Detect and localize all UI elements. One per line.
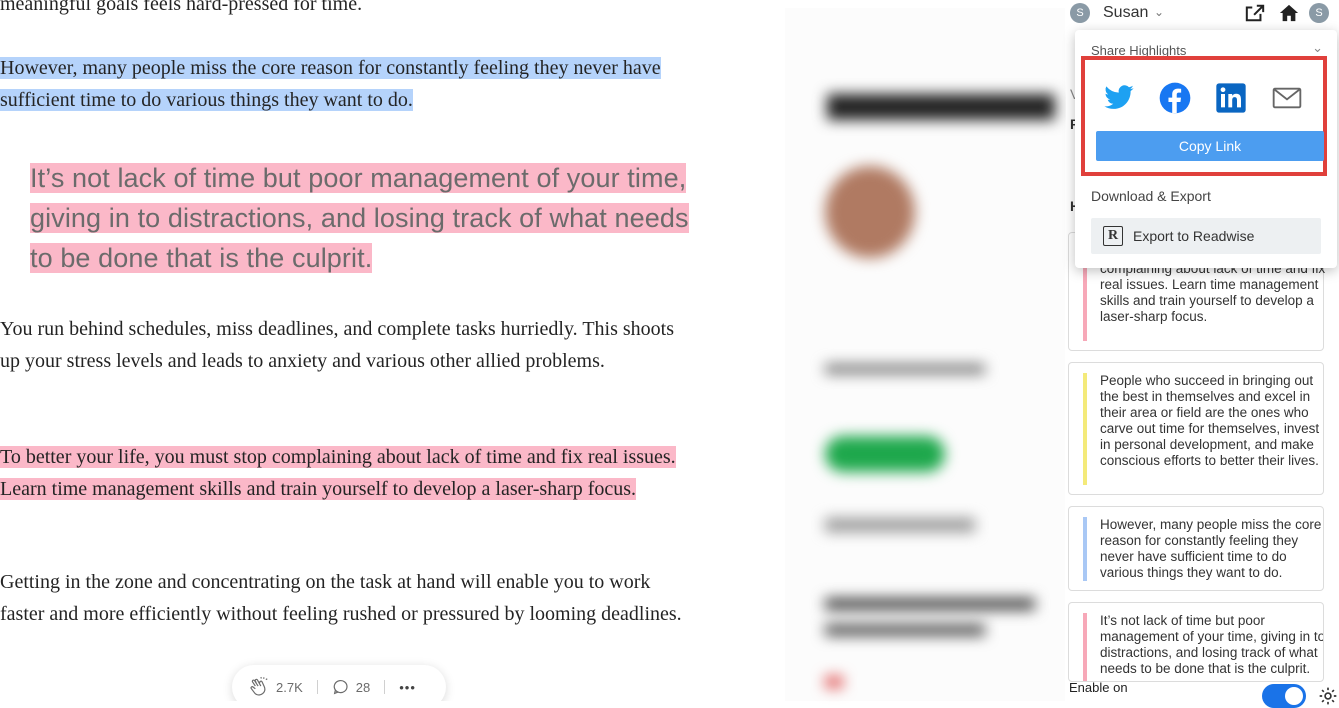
- divider: [384, 680, 386, 694]
- extension-header: S Susan ⌄ S: [1066, 0, 1339, 28]
- article-body: meaningful goals feels hard-pressed for …: [0, 0, 780, 701]
- blurred-text: [825, 598, 1035, 610]
- linkedin-icon[interactable]: [1215, 82, 1247, 114]
- more-options-button[interactable]: •••: [399, 680, 416, 695]
- enable-label: Enable on: [1069, 680, 1128, 695]
- clap-icon: [250, 676, 268, 696]
- facebook-icon[interactable]: [1159, 82, 1191, 114]
- divider: [316, 680, 318, 694]
- highlight-color-bar: [1083, 517, 1087, 581]
- highlight-color-bar: [1083, 373, 1087, 485]
- blurred-text: [825, 364, 985, 374]
- readwise-label: Export to Readwise: [1133, 228, 1255, 244]
- highlight-text: It’s not lack of time but poor managemen…: [1100, 613, 1324, 676]
- copy-link-button[interactable]: Copy Link: [1096, 131, 1324, 161]
- highlight-card[interactable]: It’s not lack of time but poor managemen…: [1068, 602, 1324, 682]
- clap-count: 2.7K: [276, 679, 303, 695]
- user-avatar[interactable]: S: [1309, 3, 1329, 23]
- clap-button[interactable]: 2.7K: [248, 676, 303, 698]
- more-icon: •••: [399, 679, 416, 695]
- comments-button[interactable]: 28: [332, 678, 370, 696]
- paragraph: You run behind schedules, miss deadlines…: [0, 318, 675, 372]
- paragraph: Getting in the zone and concentrating on…: [0, 571, 682, 625]
- enable-toggle[interactable]: [1262, 684, 1306, 708]
- highlighted-paragraph-blue[interactable]: However, many people miss the core reaso…: [0, 52, 690, 116]
- highlight-card[interactable]: However, many people miss the core reaso…: [1068, 506, 1324, 591]
- highlight-text: People who succeed in bringing out the b…: [1100, 373, 1320, 468]
- paragraph: meaningful goals feels hard-pressed for …: [0, 0, 363, 15]
- download-export-label: Download & Export: [1091, 188, 1211, 204]
- chevron-down-icon[interactable]: ⌄: [1154, 5, 1164, 19]
- share-highlights-popup: Share Highlights ⌄ Copy Link Download & …: [1075, 30, 1337, 268]
- comment-count: 28: [355, 679, 371, 695]
- highlight-text: complaining about lack of time and fix r…: [1100, 261, 1326, 324]
- home-icon[interactable]: [1278, 3, 1300, 23]
- blurred-text: [825, 518, 975, 532]
- blurred-author-column: [785, 8, 1065, 701]
- toggle-knob: [1285, 687, 1303, 705]
- blurred-avatar: [825, 166, 915, 258]
- twitter-icon[interactable]: [1103, 82, 1135, 114]
- highlight-color-bar: [1083, 613, 1087, 681]
- highlight-card[interactable]: People who succeed in bringing out the b…: [1068, 362, 1324, 495]
- gear-icon[interactable]: [1318, 686, 1338, 706]
- blurred-text: [825, 624, 985, 636]
- comment-icon: [333, 679, 348, 695]
- article-action-bar: 2.7K 28 •••: [232, 665, 446, 701]
- mail-icon[interactable]: [1271, 82, 1303, 114]
- export-to-readwise-button[interactable]: R Export to Readwise: [1091, 218, 1321, 254]
- highlighted-paragraph-pink[interactable]: To better your life, you must stop compl…: [0, 441, 690, 505]
- user-avatar[interactable]: S: [1070, 3, 1090, 23]
- blurred-title: [827, 94, 1055, 120]
- share-icon[interactable]: [1244, 3, 1266, 23]
- pull-quote[interactable]: It’s not lack of time but poor managemen…: [30, 158, 690, 278]
- blurred-icon: [825, 676, 843, 688]
- user-name[interactable]: Susan: [1103, 4, 1148, 22]
- highlight-text: However, many people miss the core reaso…: [1100, 517, 1322, 580]
- blurred-follow-button: [825, 436, 945, 472]
- share-options-box: Copy Link: [1081, 56, 1327, 176]
- readwise-icon: R: [1103, 226, 1123, 246]
- chevron-down-icon[interactable]: ⌄: [1312, 40, 1323, 56]
